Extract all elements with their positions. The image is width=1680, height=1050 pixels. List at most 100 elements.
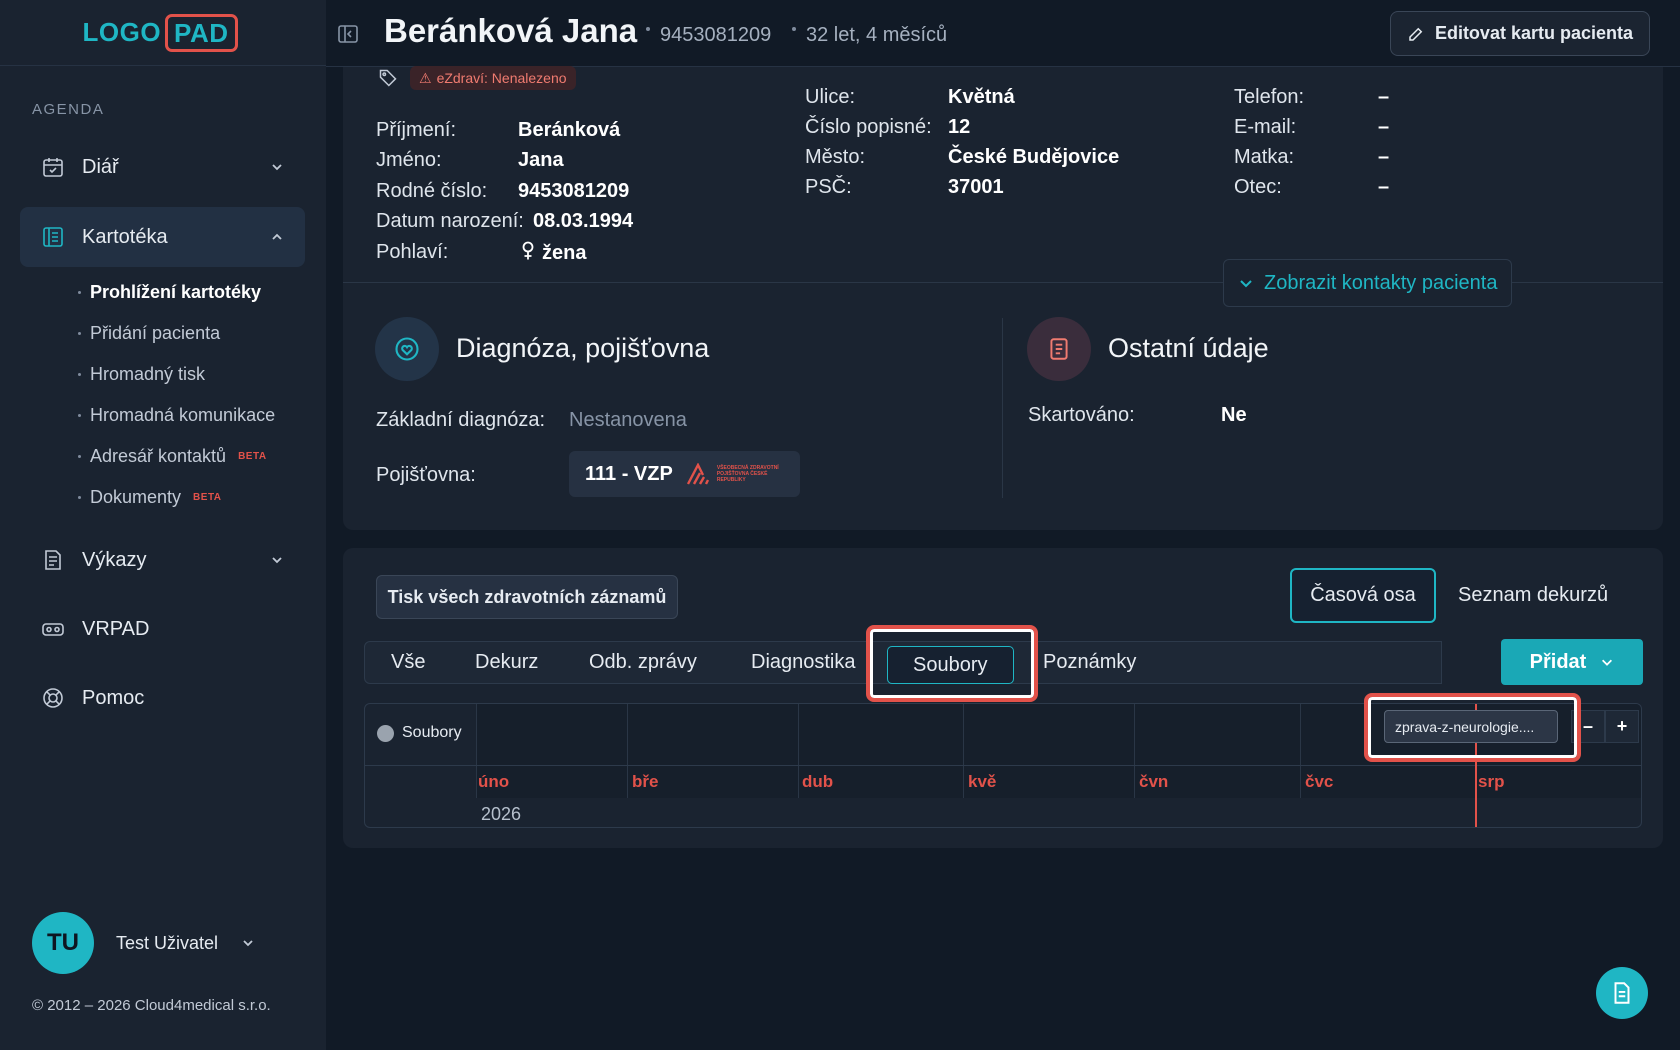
report-icon xyxy=(40,547,66,573)
field-value-email: – xyxy=(1378,116,1390,138)
document-icon xyxy=(1614,982,1630,1004)
field-label-sex: Pohlaví: xyxy=(376,241,449,263)
sidebar: LOGO PAD AGENDA Diář Kartotéka Prohlížen… xyxy=(0,0,326,1050)
sidebar-subitem-label: Prohlížení kartotéky xyxy=(90,282,262,302)
timeline-month: bře xyxy=(632,772,659,791)
sidebar-subitem-dokumenty[interactable]: Dokumenty BETA xyxy=(78,487,222,508)
sidebar-subitem-label: Dokumenty xyxy=(90,487,182,507)
separator-dot xyxy=(792,27,796,31)
notes-fab-button[interactable] xyxy=(1596,967,1648,1019)
field-label-shredded: Skartováno: xyxy=(1028,404,1135,426)
chevron-down-icon xyxy=(243,940,253,947)
tab-dekurz[interactable]: Dekurz xyxy=(475,642,538,683)
field-label-firstname: Jméno: xyxy=(376,149,442,171)
field-value-father: – xyxy=(1378,176,1390,198)
field-label-zip: PSČ: xyxy=(805,176,852,198)
header-birth-number: 9453081209 xyxy=(660,24,772,46)
chevron-down-icon xyxy=(272,557,282,564)
bullet-icon xyxy=(78,496,81,499)
sidebar-subitem-adresar[interactable]: Adresář kontaktů BETA xyxy=(78,446,267,467)
calendar-icon xyxy=(40,154,66,180)
field-value-birth-number: 9453081209 xyxy=(518,180,630,202)
sidebar-toggle-icon[interactable] xyxy=(336,22,360,46)
field-value-mother: – xyxy=(1378,146,1390,168)
field-value-base-diagnosis: Nestanovena xyxy=(569,409,687,431)
sidebar-subitem-prohlizeni[interactable]: Prohlížení kartotéky xyxy=(78,282,261,303)
page-header: Beránková Jana 9453081209 32 let, 4 měsí… xyxy=(326,0,1680,67)
print-all-records-button[interactable]: Tisk všech zdravotních záznamů xyxy=(376,575,678,619)
sidebar-item-label: Diář xyxy=(82,155,119,178)
user-menu[interactable]: TU Test Uživatel xyxy=(32,912,256,974)
lane-color-dot xyxy=(377,724,394,742)
diagnosis-section-title: Diagnóza, pojišťovna xyxy=(456,333,710,363)
add-record-label: Přidat xyxy=(1529,650,1587,673)
bullet-icon xyxy=(78,414,81,417)
edit-patient-label: Editovat kartu pacienta xyxy=(1434,23,1633,43)
document-icon xyxy=(1027,317,1091,381)
timeline-month: úno xyxy=(478,772,510,791)
header-age: 32 let, 4 měsíců xyxy=(806,24,948,46)
field-label-email: E-mail: xyxy=(1234,116,1297,138)
field-value-surname: Beránková xyxy=(518,119,621,141)
sidebar-item-kartoteka[interactable]: Kartotéka xyxy=(20,207,305,267)
view-mode-timeline[interactable]: Časová osa xyxy=(1290,568,1436,623)
field-value-birth-date: 08.03.1994 xyxy=(533,210,634,232)
timeline-month: srp xyxy=(1478,772,1505,791)
add-record-button[interactable]: Přidat xyxy=(1501,639,1643,685)
tab-soubory[interactable]: Soubory xyxy=(887,646,1014,684)
edit-patient-button[interactable]: Editovat kartu pacienta xyxy=(1389,11,1650,56)
field-value-city: České Budějovice xyxy=(948,146,1120,168)
beta-badge: BETA xyxy=(193,492,222,503)
page-title: Beránková Jana xyxy=(384,12,638,49)
copyright: © 2012 – 2026 Cloud4medical s.r.o. xyxy=(32,997,271,1014)
warning-icon: ⚠ xyxy=(419,69,432,86)
vzp-logo-text: VŠEOBECNÁ ZDRAVOTNÍ POJIŠŤOVNA ČESKÉ REP… xyxy=(716,465,779,483)
sidebar-subitem-label: Adresář kontaktů xyxy=(90,446,227,466)
tab-odb-zpravy[interactable]: Odb. zprávy xyxy=(589,642,697,683)
field-label-surname: Příjmení: xyxy=(376,119,457,141)
field-label-base-diagnosis: Základní diagnóza: xyxy=(376,409,546,431)
zoom-in-button[interactable]: + xyxy=(1605,710,1639,743)
vzp-logo-icon xyxy=(686,463,709,485)
sidebar-subitem-label: Hromadný tisk xyxy=(90,364,206,384)
sidebar-item-label: Pomoc xyxy=(82,686,145,709)
timeline-lane-label: Soubory xyxy=(377,724,462,742)
ezdravi-status-badge: ⚠ eZdraví: Nenalezeno xyxy=(410,66,576,90)
field-label-birth-number: Rodné číslo: xyxy=(376,180,488,202)
bullet-icon xyxy=(78,373,81,376)
other-section-title: Ostatní údaje xyxy=(1108,333,1269,363)
beta-badge: BETA xyxy=(238,451,267,462)
logo-text-part2: PAD xyxy=(165,13,238,52)
chevron-up-icon xyxy=(272,233,282,240)
sidebar-subitem-hromadny-tisk[interactable]: Hromadný tisk xyxy=(78,364,205,385)
sidebar-subitem-hromadna-komunikace[interactable]: Hromadná komunikace xyxy=(78,405,275,426)
user-name: Test Uživatel xyxy=(116,932,219,953)
view-mode-list[interactable]: Seznam dekurzů xyxy=(1436,568,1630,623)
tab-vse[interactable]: Vše xyxy=(391,642,425,683)
bullet-icon xyxy=(78,332,81,335)
timeline-month: čvc xyxy=(1305,772,1334,791)
tab-poznamky[interactable]: Poznámky xyxy=(1043,642,1136,683)
sidebar-item-vrpad[interactable]: VRPAD xyxy=(20,599,305,659)
sidebar-item-vykazy[interactable]: Výkazy xyxy=(20,530,305,590)
tag-icon[interactable] xyxy=(378,68,398,88)
show-contacts-label: Zobrazit kontakty pacienta xyxy=(1264,271,1498,294)
insurance-badge: 111 - VZP VŠEOBECNÁ ZDRAVOTNÍ POJIŠŤOVNA… xyxy=(569,451,800,497)
sidebar-item-pomoc[interactable]: Pomoc xyxy=(20,668,305,728)
heart-shield-icon xyxy=(375,317,439,381)
sidebar-item-diar[interactable]: Diář xyxy=(20,137,305,197)
sidebar-item-label: VRPAD xyxy=(82,617,150,640)
show-contacts-button[interactable]: Zobrazit kontakty pacienta xyxy=(1223,259,1513,307)
timeline-file-item[interactable]: zprava-z-neurologie.... xyxy=(1384,710,1558,743)
sidebar-item-label: Výkazy xyxy=(82,548,147,571)
tab-diagnostika[interactable]: Diagnostika xyxy=(751,642,856,683)
sidebar-subitem-label: Hromadná komunikace xyxy=(90,405,276,425)
sidebar-subitem-pridani[interactable]: Přidání pacienta xyxy=(78,323,220,344)
lane-label-text: Soubory xyxy=(402,724,462,741)
separator-dot xyxy=(646,27,650,31)
timeline-month: dub xyxy=(802,772,834,791)
records-tabs: Vše Dekurz Odb. zprávy Diagnostika Soubo… xyxy=(364,641,1442,684)
field-value-sex: žena xyxy=(520,241,586,265)
logo[interactable]: LOGO PAD xyxy=(82,13,238,52)
zoom-out-button[interactable]: – xyxy=(1571,710,1605,743)
